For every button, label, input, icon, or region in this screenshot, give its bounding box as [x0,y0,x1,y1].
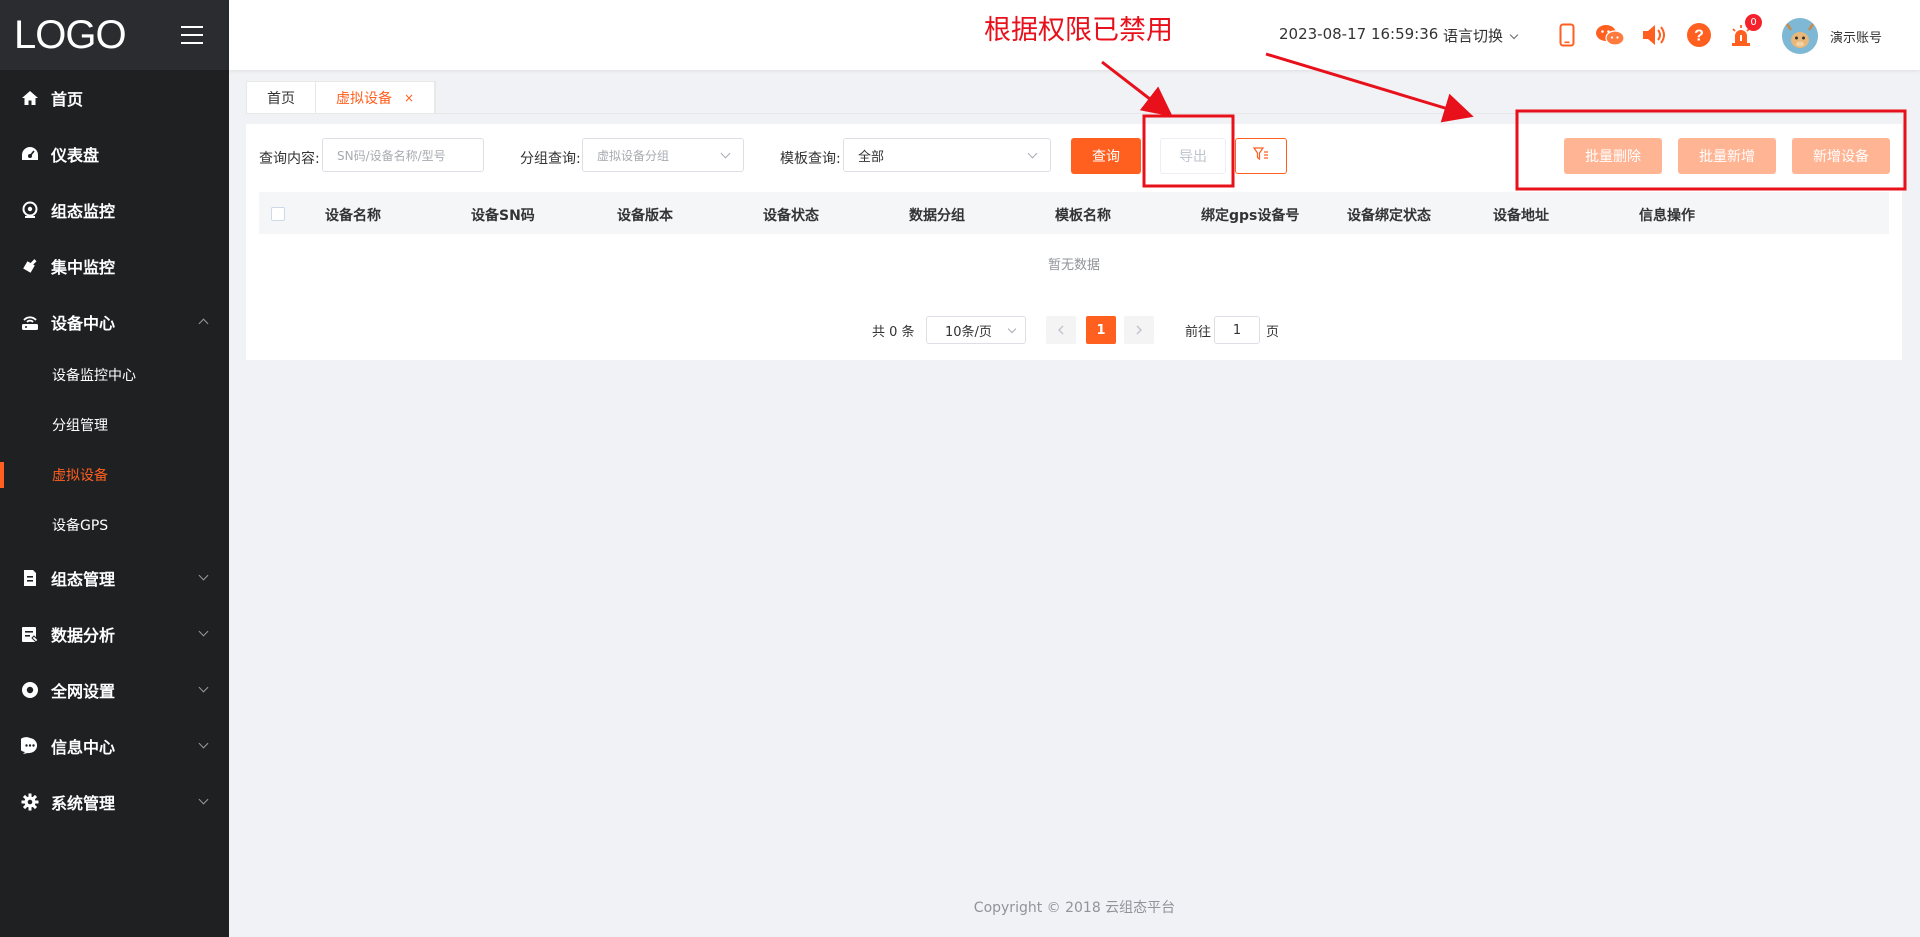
logo: LOGO [14,12,127,57]
monitor-icon [20,200,40,220]
device-center-submenu: 设备监控中心 分组管理 虚拟设备 设备GPS [0,350,229,550]
alarm-count-badge: 0 [1745,14,1762,31]
message-icon [20,736,40,756]
sidebar-item-data-analysis[interactable]: 数据分析 [0,606,229,662]
chevron-down-icon [1509,30,1519,40]
chevron-down-icon [1027,148,1038,159]
menu-toggle-icon[interactable] [181,26,203,44]
page-tabs: 首页 虚拟设备 × [246,81,437,114]
language-switch[interactable]: 语言切换 [1443,25,1519,46]
datetime: 2023-08-17 16:59:36 [1279,25,1439,43]
column-header: 设备地址 [1493,208,1549,224]
chevron-right-icon [1136,325,1142,335]
main-panel: 查询内容: SN码/设备名称/型号 分组查询: 虚拟设备分组 模板查询: 全部 … [246,124,1902,360]
close-icon[interactable]: × [404,91,414,105]
satellite-icon [20,256,40,276]
sidebar-item-group-management[interactable]: 分组管理 [0,400,229,450]
svg-text:?: ? [1694,28,1704,45]
filter-icon [1252,147,1269,165]
column-header: 数据分组 [909,208,965,224]
query-input[interactable]: SN码/设备名称/型号 [322,138,484,172]
goto-label: 前往 [1185,325,1212,340]
wechat-icon[interactable] [1593,22,1627,48]
column-header: 设备名称 [325,208,381,224]
column-header: 设备SN码 [471,208,535,224]
help-icon[interactable]: ? [1686,22,1712,48]
dashboard-icon [20,144,40,164]
pagination-total: 共 0 条 [872,325,915,340]
annotation-label: 根据权限已禁用 [984,15,1173,46]
sidebar-item-config-management[interactable]: 组态管理 [0,550,229,606]
page-size-select[interactable]: 10条/页 [926,316,1026,344]
alarm-icon[interactable]: 0 [1728,14,1762,48]
prev-page-button[interactable] [1046,316,1076,344]
table-header: 设备名称 设备SN码 设备版本 设备状态 数据分组 模板名称 绑定gps设备号 … [259,192,1889,234]
username[interactable]: 演示账号 [1830,27,1882,46]
batch-add-button[interactable]: 批量新增 [1678,138,1776,174]
tab-virtual-device[interactable]: 虚拟设备 × [316,82,436,114]
chart-icon [20,624,40,644]
sidebar: LOGO 首页 仪表盘 组态监控 集中监控 设备中心 设备监控中心 分组管理 虚… [0,0,229,937]
sidebar-item-central-monitor[interactable]: 集中监控 [0,238,229,294]
sidebar-item-message-center[interactable]: 信息中心 [0,718,229,774]
search-button[interactable]: 查询 [1071,138,1141,174]
select-all-checkbox[interactable] [271,207,285,221]
gear-icon [20,792,40,812]
group-select[interactable]: 虚拟设备分组 [582,138,744,172]
sidebar-item-virtual-device[interactable]: 虚拟设备 [0,450,229,500]
speaker-icon[interactable] [1641,22,1667,48]
empty-state: 暂无数据 [1047,258,1100,273]
goto-unit: 页 [1266,325,1280,340]
column-header: 绑定gps设备号 [1201,208,1300,224]
sidebar-item-system-management[interactable]: 系统管理 [0,774,229,830]
chevron-down-icon [198,738,209,749]
tabs-divider [246,113,1902,114]
chevron-down-icon [1007,324,1017,334]
sidebar-item-network-settings[interactable]: 全网设置 [0,662,229,718]
column-header: 信息操作 [1639,208,1695,224]
sidebar-item-home[interactable]: 首页 [0,70,229,126]
page-number[interactable]: 1 [1086,316,1116,344]
column-header: 设备版本 [617,208,673,224]
sidebar-item-device-gps[interactable]: 设备GPS [0,500,229,550]
sidebar-item-device-monitor-center[interactable]: 设备监控中心 [0,350,229,400]
chevron-down-icon [720,148,731,159]
mobile-icon[interactable] [1554,22,1580,48]
filter-button[interactable] [1235,138,1287,174]
router-icon [20,312,40,332]
chevron-left-icon [1058,325,1064,335]
column-header: 设备状态 [763,208,819,224]
chevron-down-icon [198,794,209,805]
copyright-footer: Copyright © 2018 云组态平台 [973,900,1176,916]
template-label: 模板查询: [780,151,841,167]
batch-delete-button[interactable]: 批量删除 [1564,138,1662,174]
query-label: 查询内容: [259,151,320,167]
chevron-down-icon [198,682,209,693]
tab-home[interactable]: 首页 [247,82,316,114]
sidebar-item-dashboard[interactable]: 仪表盘 [0,126,229,182]
document-icon [20,568,40,588]
goto-page-input[interactable]: 1 [1214,316,1260,344]
add-device-button[interactable]: 新增设备 [1792,138,1890,174]
template-select[interactable]: 全部 [843,138,1051,172]
chevron-down-icon [198,626,209,637]
sidebar-item-device-center[interactable]: 设备中心 [0,294,229,350]
sidebar-menu: 首页 仪表盘 组态监控 集中监控 设备中心 设备监控中心 分组管理 虚拟设备 设… [0,70,229,830]
next-page-button[interactable] [1124,316,1154,344]
avatar[interactable] [1782,18,1818,54]
group-label: 分组查询: [520,151,581,167]
export-button[interactable]: 导出 [1160,138,1226,174]
column-header: 设备绑定状态 [1347,208,1431,224]
sidebar-item-config-monitor[interactable]: 组态监控 [0,182,229,238]
logo-bar: LOGO [0,0,229,70]
chevron-up-icon [198,318,209,329]
column-header: 模板名称 [1055,208,1111,224]
circle-settings-icon [20,680,40,700]
home-icon [20,88,40,108]
chevron-down-icon [198,570,209,581]
